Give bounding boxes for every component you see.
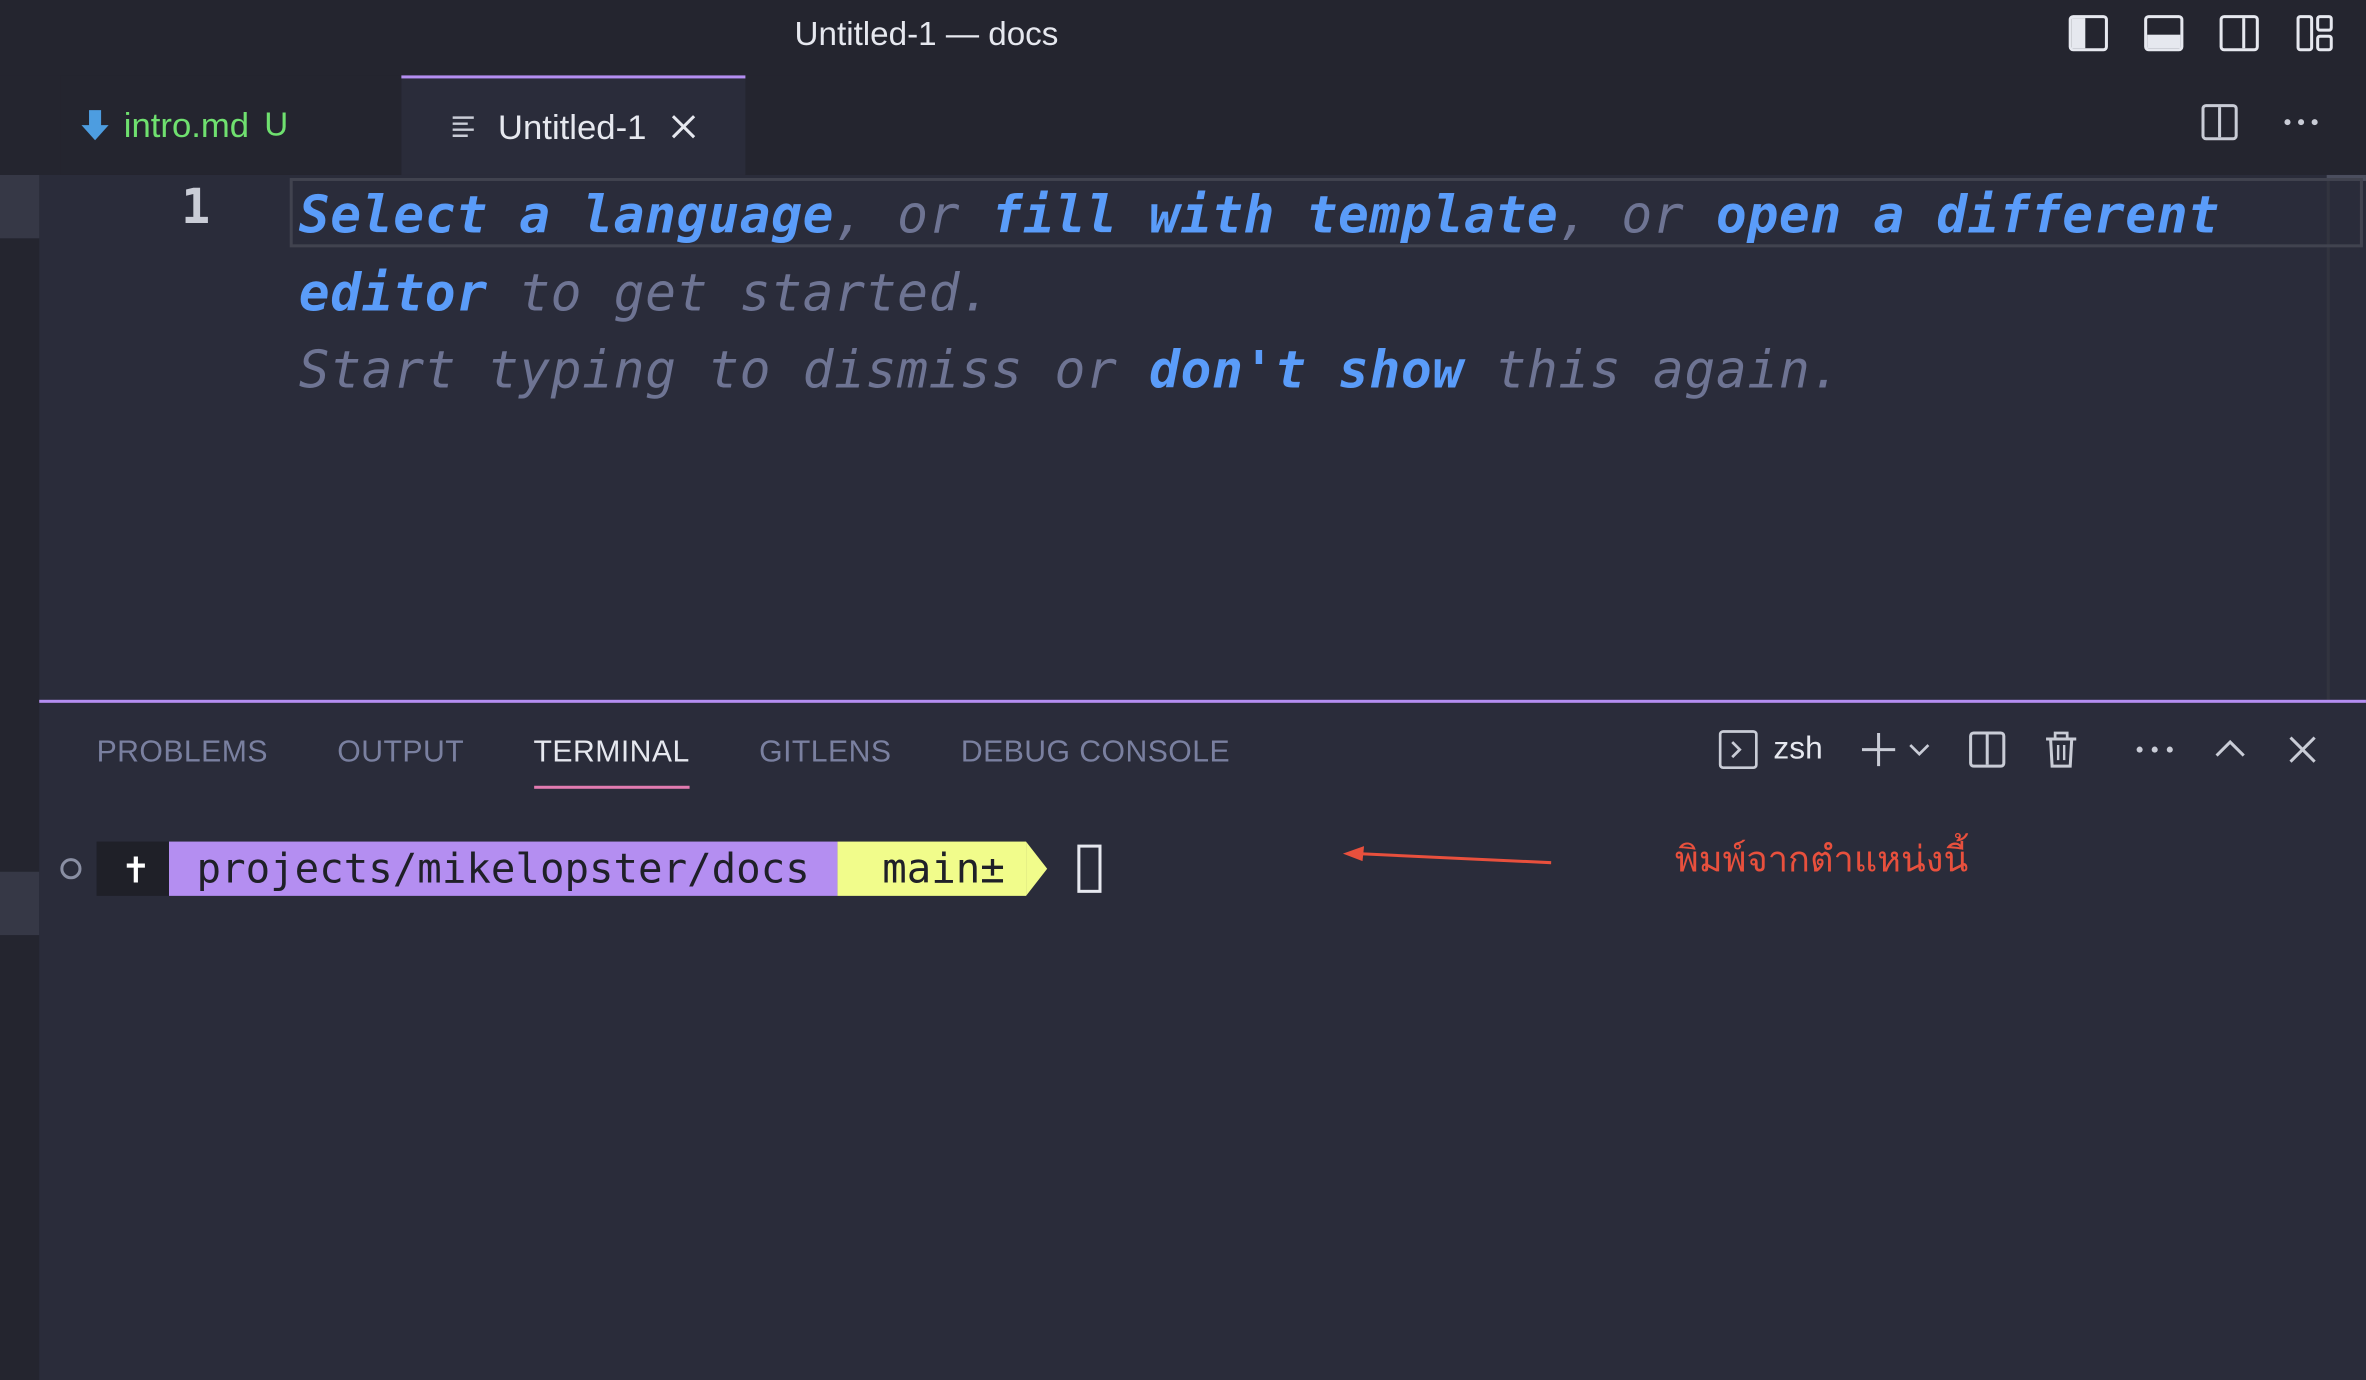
toggle-secondary-sidebar-icon[interactable] <box>2218 12 2260 54</box>
hint-text: this again. <box>1463 340 1842 402</box>
customize-layout-icon[interactable] <box>2294 12 2336 54</box>
editor-actions <box>2200 103 2321 142</box>
scrollbar-track[interactable] <box>2326 174 2330 703</box>
activity-strip <box>0 174 40 1380</box>
open-different-editor-link-cont[interactable]: editor <box>299 263 488 323</box>
open-different-editor-link[interactable]: open a different <box>1716 186 2220 246</box>
strip-highlight <box>0 871 40 936</box>
more-actions-icon[interactable] <box>2281 103 2320 142</box>
panel-actions: zsh <box>1719 730 2321 770</box>
hint-row: Start typing to dismiss or don't show th… <box>299 333 2291 411</box>
untracked-badge: U <box>264 105 289 144</box>
terminal-selector[interactable]: zsh <box>1719 730 1823 770</box>
text-file-icon <box>452 116 474 137</box>
tab-label: Untitled-1 <box>497 106 647 146</box>
select-language-link[interactable]: Select a language <box>299 186 834 246</box>
bottom-panel: PROBLEMS OUTPUT TERMINAL GITLENS DEBUG C… <box>39 699 2366 1380</box>
more-actions-icon[interactable] <box>2134 730 2176 769</box>
split-editor-icon[interactable] <box>2200 103 2239 142</box>
branch-name: main± <box>882 845 1005 893</box>
tab-label: intro.md <box>123 104 250 145</box>
git-branch-segment: main± <box>836 841 1026 896</box>
chevron-down-icon[interactable] <box>1907 738 1931 762</box>
hint-text: , or <box>834 185 992 246</box>
terminal-prompt[interactable]: ✝ projects/mikelopster/docs main± <box>60 841 1102 896</box>
new-terminal-group <box>1859 730 1931 769</box>
tab-debug-console[interactable]: DEBUG CONSOLE <box>961 736 1230 789</box>
prompt-symbol-segment: ✝ <box>96 841 170 896</box>
window-title: Untitled-1 — docs <box>794 15 1059 53</box>
editor-hint: Select a language, or fill with template… <box>299 178 2291 411</box>
close-icon[interactable] <box>668 110 701 143</box>
panel-tabs: PROBLEMS OUTPUT TERMINAL GITLENS DEBUG C… <box>97 736 1230 789</box>
layout-controls <box>2067 12 2336 54</box>
chevron-up-icon[interactable] <box>2212 731 2248 767</box>
line-number: 1 <box>181 177 211 236</box>
toggle-panel-icon[interactable] <box>2143 12 2185 54</box>
terminal-name: zsh <box>1773 731 1823 767</box>
path-segment: projects/mikelopster/docs <box>169 841 837 896</box>
tab-untitled-1[interactable]: Untitled-1 <box>401 75 746 175</box>
current-path: projects/mikelopster/docs <box>196 845 810 893</box>
tab-terminal[interactable]: TERMINAL <box>533 736 690 789</box>
terminal-icon <box>1719 730 1759 770</box>
terminal-cursor[interactable] <box>1077 844 1102 893</box>
status-circle-icon <box>60 858 82 880</box>
split-terminal-icon[interactable] <box>1968 730 2007 769</box>
cross-icon: ✝ <box>123 845 149 893</box>
hint-text: , or <box>1558 185 1716 246</box>
hint-row: Select a language, or fill with template… <box>299 178 2291 256</box>
title-bar: Untitled-1 — docs <box>0 0 2366 76</box>
annotation-label: พิมพ์จากตำแหน่งนี้ <box>1674 838 1969 881</box>
hint-row: editor to get started. <box>299 256 2291 334</box>
vscode-window: Untitled-1 — docs intro.md U Untitled-1 … <box>0 0 2366 1380</box>
dont-show-again-link[interactable]: don't show <box>1149 341 1464 401</box>
close-icon[interactable] <box>2284 731 2320 767</box>
strip-highlight <box>0 174 40 239</box>
toggle-primary-sidebar-icon[interactable] <box>2067 12 2109 54</box>
hint-text: Start typing to dismiss or <box>298 340 1150 402</box>
markdown-down-arrow-icon <box>81 110 109 141</box>
plus-icon[interactable] <box>1859 730 1898 769</box>
trash-icon[interactable] <box>2043 730 2079 769</box>
tab-problems[interactable]: PROBLEMS <box>97 736 268 789</box>
annotation-arrow-icon <box>1342 846 1552 865</box>
tab-intro-md[interactable]: intro.md U <box>60 75 402 175</box>
tab-output[interactable]: OUTPUT <box>337 736 464 789</box>
hint-text: to get started. <box>487 263 992 324</box>
segment-arrow <box>1025 841 1048 896</box>
editor-tab-bar: intro.md U Untitled-1 <box>0 75 2366 175</box>
fill-template-link[interactable]: fill with template <box>992 186 1559 246</box>
tab-gitlens[interactable]: GITLENS <box>759 736 891 789</box>
